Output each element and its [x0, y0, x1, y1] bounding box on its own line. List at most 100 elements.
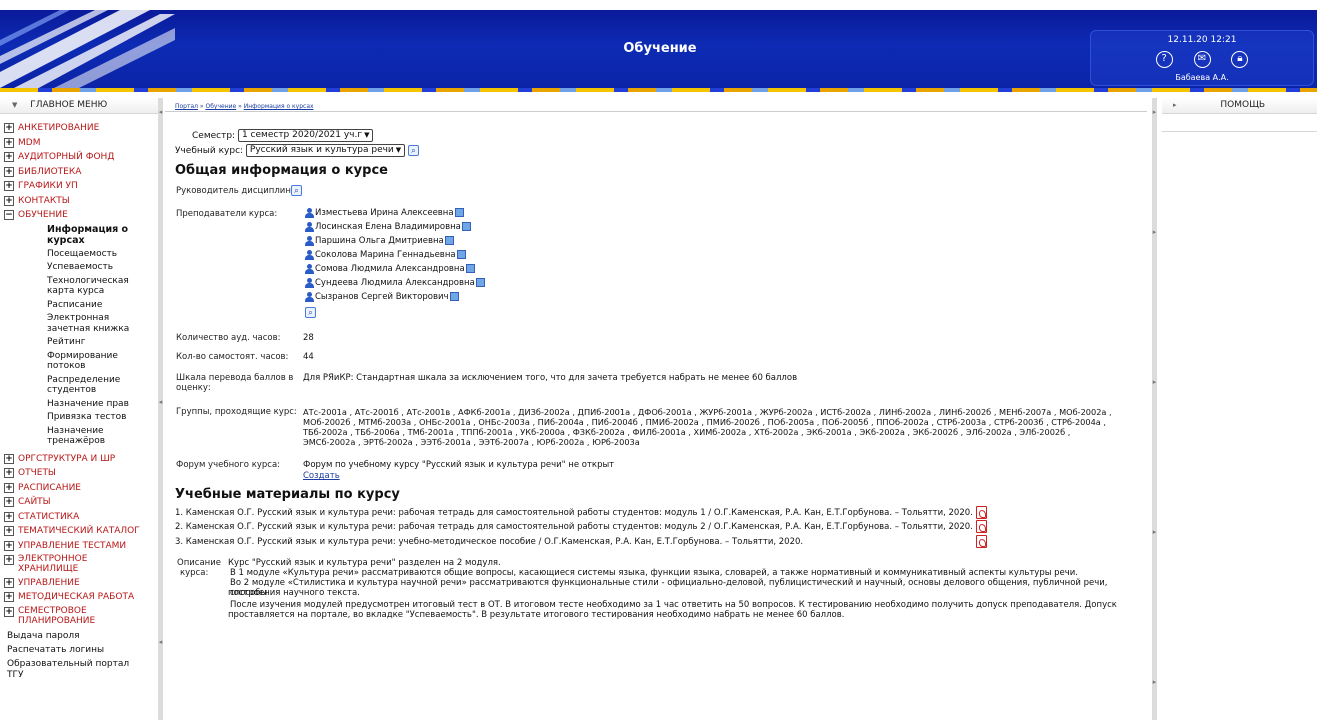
expand-icon[interactable]: + [4, 123, 14, 133]
expand-icon[interactable]: + [4, 592, 14, 602]
expand-icon[interactable]: + [4, 152, 14, 162]
expand-icon[interactable]: + [4, 606, 14, 617]
menu-item-semester-planning[interactable]: + СЕМЕСТРОВОЕ ПЛАНИРОВАНИЕ [0, 606, 120, 626]
material-item[interactable]: 1. Каменская О.Г. Русский язык и культур… [175, 508, 973, 518]
menu-item-test-management[interactable]: + УПРАВЛЕНИЕ ТЕСТАМИ [0, 540, 158, 552]
breadcrumb-portal[interactable]: Портал [175, 103, 198, 110]
menu-item-label[interactable]: БИБЛИОТЕКА [18, 167, 81, 177]
menu-item-label[interactable]: КОНТАКТЫ [18, 196, 70, 206]
splitter-arrow-icon[interactable]: ▸ [1152, 228, 1157, 242]
menu-item-label[interactable]: САЙТЫ [18, 497, 51, 507]
submenu-record-book[interactable]: Электронная зачетная книжка [47, 313, 155, 334]
expand-icon[interactable]: + [4, 453, 14, 464]
mail-icon[interactable]: ✉ [1193, 51, 1211, 68]
menu-item-auditorium-fund[interactable]: + АУДИТОРНЫЙ ФОНД [0, 151, 158, 163]
pdf-icon[interactable] [976, 506, 987, 519]
submenu-tests-binding[interactable]: Привязка тестов [47, 412, 155, 423]
search-icon[interactable]: ⌕ [408, 145, 420, 156]
breadcrumb-training[interactable]: Обучение [206, 103, 237, 110]
menu-item-label[interactable]: ОРГСТРУКТУРА И ШР [18, 454, 115, 464]
menu-item-label[interactable]: МЕТОДИЧЕСКАЯ РАБОТА [18, 592, 134, 602]
help-panel-header[interactable]: ▸ ПОМОЩЬ [1162, 98, 1317, 114]
submenu-schedule[interactable]: Расписание [47, 300, 155, 311]
submenu-course-info[interactable]: Информация о курсах [47, 224, 155, 246]
expand-icon[interactable]: + [4, 482, 14, 493]
expand-icon[interactable]: + [4, 526, 14, 536]
semester-select[interactable]: 1 семестр 2020/2021 уч.г ▼ [237, 129, 374, 142]
collapse-arrow-icon[interactable]: ▼ [12, 101, 17, 109]
submenu-progress[interactable]: Успеваемость [47, 262, 155, 273]
collapse-icon[interactable]: − [4, 210, 14, 220]
teacher-name[interactable]: Изместьева Ирина Алексеевна [315, 208, 454, 218]
user-name[interactable]: Бабаева А.А. [1091, 73, 1313, 82]
menu-item-label[interactable]: ЭЛЕКТРОННОЕ ХРАНИЛИЩЕ [18, 554, 87, 574]
forum-create-link[interactable]: Создать [303, 471, 340, 481]
contact-card-icon[interactable] [461, 222, 471, 231]
menu-item-timetable[interactable]: + РАСПИСАНИЕ [0, 482, 158, 494]
splitter-arrow-icon[interactable]: ▸ [1152, 528, 1157, 542]
menu-item-label[interactable]: СЕМЕСТРОВОЕ ПЛАНИРОВАНИЕ [18, 606, 95, 626]
menu-item-label[interactable]: ОБУЧЕНИЕ [18, 210, 68, 220]
menu-item-surveys[interactable]: + АНКЕТИРОВАНИЕ [0, 122, 158, 134]
expand-icon[interactable]: + [4, 181, 14, 191]
search-icon[interactable]: ⌕ [305, 307, 316, 318]
menu-item-contacts[interactable]: + КОНТАКТЫ [0, 195, 158, 207]
menu-item-label[interactable]: ОТЧЕТЫ [18, 468, 56, 478]
expand-icon[interactable]: + [4, 577, 14, 588]
contact-card-icon[interactable] [444, 236, 454, 245]
menu-item-label[interactable]: АНКЕТИРОВАНИЕ [18, 123, 99, 133]
contact-card-icon[interactable] [449, 292, 459, 301]
teacher-name[interactable]: Соколова Марина Геннадьевна [315, 250, 456, 260]
course-select[interactable]: Русский язык и культура речи ▼ [245, 144, 406, 157]
pdf-icon[interactable] [976, 520, 987, 533]
menu-item-e-storage[interactable]: + ЭЛЕКТРОННОЕ ХРАНИЛИЩЕ [0, 554, 120, 574]
teacher-name[interactable]: Лосинская Елена Владимировна [315, 222, 461, 232]
menu-item-label[interactable]: ТЕМАТИЧЕСКИЙ КАТАЛОГ [18, 526, 140, 536]
expand-icon[interactable]: + [4, 540, 14, 551]
menu-item-management[interactable]: + УПРАВЛЕНИЕ [0, 577, 158, 589]
menu-item-label[interactable]: УПРАВЛЕНИЕ [18, 578, 80, 588]
breadcrumb-course-info[interactable]: Информация о курсах [244, 103, 314, 110]
expand-icon[interactable]: + [4, 137, 14, 148]
teacher-name[interactable]: Сызранов Сергей Викторович [315, 292, 449, 302]
expand-icon[interactable]: + [4, 511, 14, 522]
contact-card-icon[interactable] [454, 208, 464, 217]
main-menu-header[interactable]: ▼ ГЛАВНОЕ МЕНЮ [0, 98, 158, 114]
submenu-attendance[interactable]: Посещаемость [47, 249, 155, 260]
splitter-arrow-icon[interactable]: ▸ [1152, 378, 1157, 392]
material-item[interactable]: 2. Каменская О.Г. Русский язык и культур… [175, 522, 973, 532]
submenu-rights[interactable]: Назначение прав [47, 399, 155, 410]
contact-card-icon[interactable] [475, 278, 485, 287]
expand-icon[interactable]: + [4, 166, 14, 177]
university-logo[interactable] [0, 10, 175, 90]
menu-item-training[interactable]: − ОБУЧЕНИЕ [0, 209, 158, 221]
expand-icon[interactable]: + [4, 468, 14, 478]
menu-item-label[interactable]: АУДИТОРНЫЙ ФОНД [18, 152, 114, 162]
submenu-streams[interactable]: Формирование потоков [47, 351, 155, 372]
expand-arrow-icon[interactable]: ▸ [1173, 101, 1177, 109]
menu-item-statistics[interactable]: + СТАТИСТИКА [0, 511, 158, 523]
menu-item-schedules[interactable]: + ГРАФИКИ УП [0, 180, 158, 192]
submenu-students-distribution[interactable]: Распределение студентов [47, 375, 155, 396]
lock-icon[interactable]: 🔒︎ [1231, 51, 1249, 68]
splitter-arrow-icon[interactable]: ◂ [158, 638, 163, 652]
teacher-name[interactable]: Паршина Ольга Дмитриевна [315, 236, 444, 246]
splitter-arrow-icon[interactable]: ◂ [158, 108, 163, 122]
menu-item-library[interactable]: + БИБЛИОТЕКА [0, 166, 158, 178]
teacher-name[interactable]: Сомова Людмила Александровна [315, 264, 465, 274]
menu-item-label[interactable]: ГРАФИКИ УП [18, 181, 78, 191]
link-password-issue[interactable]: Выдача пароля [0, 631, 150, 642]
menu-item-sites[interactable]: + САЙТЫ [0, 496, 158, 508]
menu-item-label[interactable]: УПРАВЛЕНИЕ ТЕСТАМИ [18, 541, 126, 551]
splitter-arrow-icon[interactable]: ▸ [1152, 678, 1157, 692]
search-icon[interactable]: ⌕ [291, 185, 302, 196]
link-print-logins[interactable]: Распечатать логины [0, 645, 150, 656]
expand-icon[interactable]: + [4, 555, 14, 565]
contact-card-icon[interactable] [456, 250, 466, 259]
splitter-arrow-icon[interactable]: ◂ [158, 398, 163, 412]
menu-item-thematic-catalog[interactable]: + ТЕМАТИЧЕСКИЙ КАТАЛОГ [0, 525, 158, 537]
pdf-icon[interactable] [976, 535, 987, 548]
teacher-name[interactable]: Сундеева Людмила Александровна [315, 278, 475, 288]
expand-icon[interactable]: + [4, 497, 14, 507]
submenu-trainers[interactable]: Назначение тренажёров [47, 426, 155, 447]
